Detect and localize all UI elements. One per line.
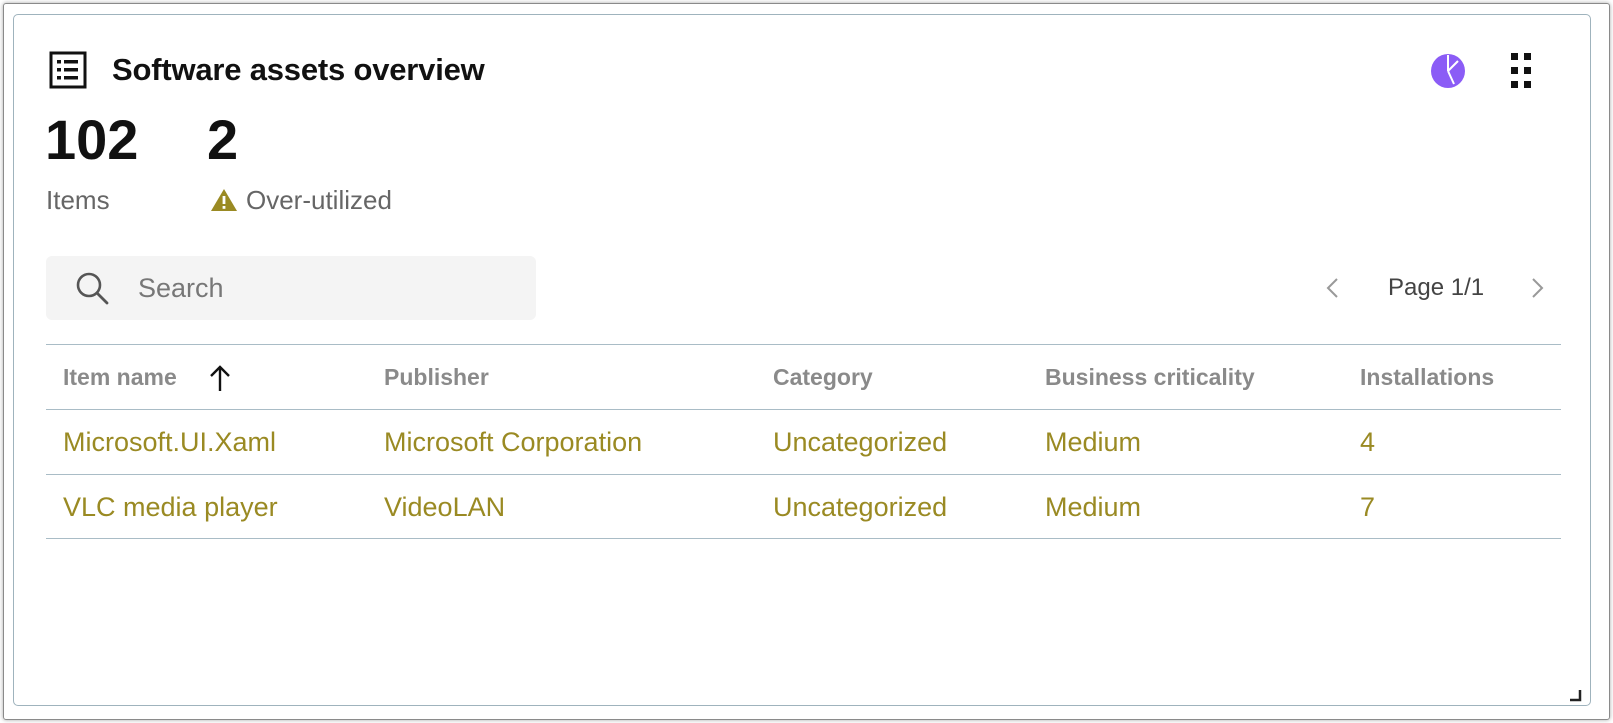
column-header-publisher[interactable]: Publisher xyxy=(384,345,489,410)
publisher-cell[interactable]: VideoLAN xyxy=(384,475,505,540)
item-name-cell[interactable]: Microsoft.UI.Xaml xyxy=(63,410,276,475)
window-frame: Software assets overview 102 Items 2 Ove… xyxy=(0,0,1613,723)
column-header-label: Item name xyxy=(63,364,177,390)
column-header-item-name[interactable]: Item name xyxy=(63,345,177,410)
search-box[interactable] xyxy=(46,256,536,320)
column-header-business-criticality[interactable]: Business criticality xyxy=(1045,345,1255,410)
publisher-cell[interactable]: Microsoft Corporation xyxy=(384,410,642,475)
list-icon xyxy=(49,51,87,89)
table-row[interactable]: VLC media player VideoLAN Uncategorized … xyxy=(46,474,1561,539)
items-count: 102 xyxy=(45,108,139,171)
table-header-row: Item name Publisher Category Business cr… xyxy=(46,344,1561,409)
over-utilized-label-group: Over-utilized xyxy=(210,185,392,216)
sort-ascending-icon[interactable] xyxy=(206,363,234,393)
pie-chart-icon[interactable] xyxy=(1430,53,1466,89)
installations-cell[interactable]: 4 xyxy=(1360,410,1375,475)
assets-table: Item name Publisher Category Business cr… xyxy=(46,344,1561,539)
search-input[interactable] xyxy=(138,256,518,320)
criticality-cell[interactable]: Medium xyxy=(1045,475,1141,540)
installations-cell[interactable]: 7 xyxy=(1360,475,1375,540)
category-cell[interactable]: Uncategorized xyxy=(773,410,947,475)
item-name-cell[interactable]: VLC media player xyxy=(63,475,278,540)
criticality-cell[interactable]: Medium xyxy=(1045,410,1141,475)
page-indicator: Page 1/1 xyxy=(1388,274,1485,301)
category-cell[interactable]: Uncategorized xyxy=(773,475,947,540)
chevron-left-icon[interactable] xyxy=(1318,272,1348,304)
chevron-right-icon[interactable] xyxy=(1522,272,1552,304)
resize-handle-icon[interactable] xyxy=(1568,688,1582,702)
table-row[interactable]: Microsoft.UI.Xaml Microsoft Corporation … xyxy=(46,409,1561,474)
card-title: Software assets overview xyxy=(112,52,485,87)
drag-handle-icon[interactable] xyxy=(1509,51,1533,91)
column-header-category[interactable]: Category xyxy=(773,345,873,410)
column-header-installations[interactable]: Installations xyxy=(1360,345,1494,410)
items-label: Items xyxy=(46,185,110,215)
over-utilized-count: 2 xyxy=(207,108,239,171)
over-utilized-label: Over-utilized xyxy=(246,185,392,215)
search-icon xyxy=(76,272,109,305)
warning-icon xyxy=(211,189,237,211)
